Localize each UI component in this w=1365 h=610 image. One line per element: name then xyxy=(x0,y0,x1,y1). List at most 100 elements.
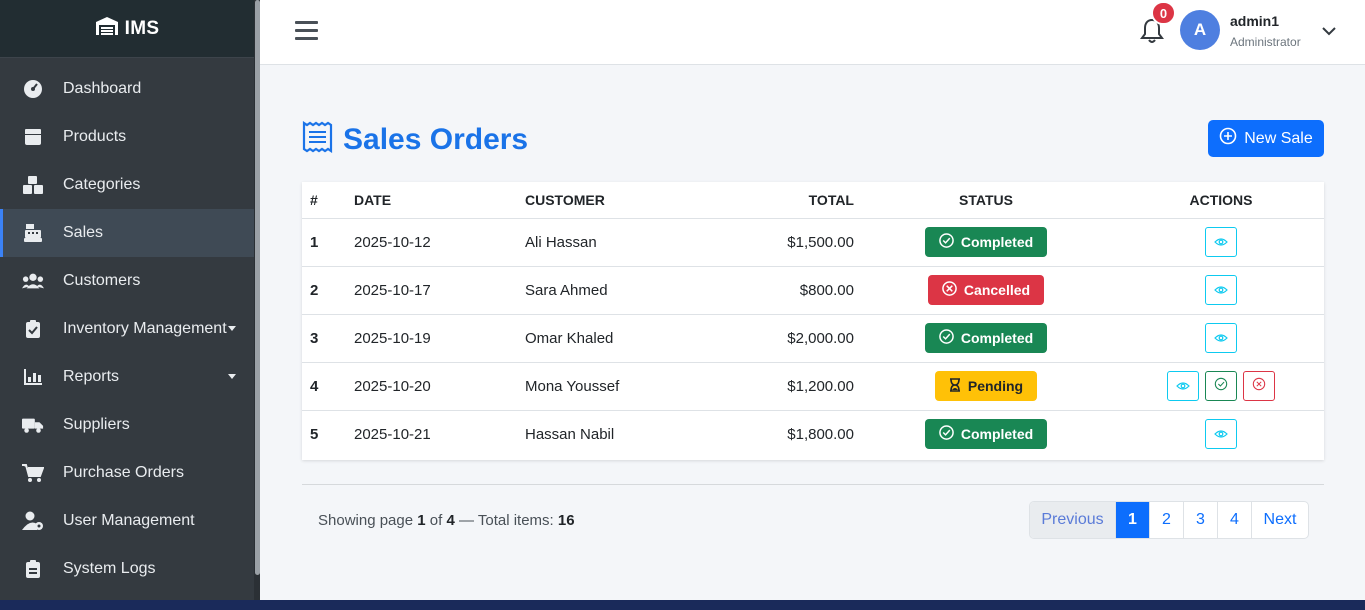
gauge-icon xyxy=(22,79,44,99)
cash-register-icon xyxy=(22,223,44,243)
cell-number: 5 xyxy=(310,425,319,443)
table-row: 4 2025-10-20 Mona Youssef $1,200.00 Pend… xyxy=(302,362,1324,411)
pagination-total-pages: 4 xyxy=(446,512,455,529)
sidebar-item-suppliers[interactable]: Suppliers xyxy=(0,401,254,449)
status-badge: Cancelled xyxy=(927,275,1045,305)
cart-icon xyxy=(22,463,44,483)
topbar: 0 A admin1 Administrator xyxy=(260,0,1365,65)
cell-customer: Sara Ahmed xyxy=(525,266,730,315)
check-circle-icon xyxy=(1214,377,1228,395)
cell-number: 3 xyxy=(302,314,354,363)
previous-page-button[interactable]: Previous xyxy=(1030,502,1115,538)
view-button[interactable] xyxy=(1166,371,1199,401)
sidebar-item-label: Customers xyxy=(63,272,141,289)
check-circle-icon xyxy=(939,425,954,443)
cell-number: 1 xyxy=(302,218,354,267)
avatar[interactable]: A xyxy=(1180,10,1220,50)
warehouse-icon xyxy=(95,16,119,41)
status-badge: Completed xyxy=(924,227,1048,257)
hourglass-icon xyxy=(949,377,961,395)
cell-date: 2025-10-21 xyxy=(354,425,431,443)
sidebar-item-inventory-management[interactable]: Inventory Management xyxy=(0,305,254,353)
sidebar-item-categories[interactable]: Categories xyxy=(0,161,254,209)
eye-icon xyxy=(1214,426,1228,443)
column-header-date: DATE xyxy=(354,182,525,219)
sidebar-item-label: Dashboard xyxy=(63,80,142,97)
sidebar-item-label: Reports xyxy=(63,368,120,385)
pagination-total-label: — Total items: xyxy=(458,512,554,529)
box-icon xyxy=(22,127,44,147)
table-row: 3 2025-10-19 Omar Khaled $2,000.00 Compl… xyxy=(302,314,1324,363)
menu-toggle-icon[interactable] xyxy=(295,21,318,41)
sidebar-scrollbar-thumb[interactable] xyxy=(255,0,260,575)
sidebar: IMS Dashboard Products Categories Sales … xyxy=(0,0,254,600)
taskbar-strip xyxy=(0,600,1365,610)
pagination-current: 1 xyxy=(417,512,426,529)
clipboard-check-icon xyxy=(22,319,44,339)
sidebar-item-customers[interactable]: Customers xyxy=(0,257,254,305)
x-circle-icon xyxy=(1252,377,1266,395)
pagination-info: Showing page 1 of 4 — Total items: 16 xyxy=(318,512,575,529)
next-page-button[interactable]: Next xyxy=(1251,502,1308,538)
new-sale-button[interactable]: New Sale xyxy=(1208,120,1324,157)
view-button[interactable] xyxy=(1205,419,1237,450)
cancel-button[interactable] xyxy=(1243,371,1276,401)
cell-customer: Mona Youssef xyxy=(525,362,730,411)
cell-total: $1,200.00 xyxy=(730,362,854,411)
view-button[interactable] xyxy=(1205,227,1237,257)
chart-icon xyxy=(22,367,44,387)
sidebar-item-user-management[interactable]: User Management xyxy=(0,497,254,545)
user-name[interactable]: admin1 xyxy=(1230,13,1279,29)
status-label: Cancelled xyxy=(963,282,1031,298)
brand[interactable]: IMS xyxy=(0,0,254,58)
chevron-down-icon xyxy=(228,326,236,331)
sidebar-nav: Dashboard Products Categories Sales Cust… xyxy=(0,65,254,593)
eye-icon xyxy=(1214,282,1228,299)
sidebar-item-label: Suppliers xyxy=(63,416,130,433)
eye-icon xyxy=(1214,234,1228,251)
pagination-of: of xyxy=(429,512,443,529)
status-label: Completed xyxy=(960,234,1034,250)
check-circle-icon xyxy=(939,233,954,251)
cell-total: $1,500.00 xyxy=(730,218,854,267)
cell-customer: Ali Hassan xyxy=(525,218,730,267)
sidebar-item-label: Categories xyxy=(63,176,141,193)
truck-icon xyxy=(22,415,44,435)
cell-date: 2025-10-20 xyxy=(354,362,525,411)
sidebar-item-label: Products xyxy=(63,128,127,145)
cell-number: 4 xyxy=(302,362,354,411)
sidebar-item-products[interactable]: Products xyxy=(0,113,254,161)
cell-date: 2025-10-17 xyxy=(354,266,525,315)
boxes-icon xyxy=(22,175,44,195)
sidebar-item-purchase-orders[interactable]: Purchase Orders xyxy=(0,449,254,497)
page-button-1[interactable]: 1 xyxy=(1115,502,1149,538)
cell-status: Cancelled xyxy=(854,266,1118,315)
sidebar-item-reports[interactable]: Reports xyxy=(0,353,254,401)
column-header-status: STATUS xyxy=(854,182,1118,219)
column-header-number: # xyxy=(302,182,354,219)
view-button[interactable] xyxy=(1205,323,1237,353)
table-row: 5 2025-10-21 Hassan Nabil $1,800.00 Comp… xyxy=(302,410,1324,458)
table-header-row: # DATE CUSTOMER TOTAL STATUS ACTIONS xyxy=(302,182,1324,219)
sidebar-item-dashboard[interactable]: Dashboard xyxy=(0,65,254,113)
cell-number: 2 xyxy=(302,266,354,315)
new-sale-label: New Sale xyxy=(1244,129,1313,147)
view-button[interactable] xyxy=(1205,275,1237,305)
page-button-3[interactable]: 3 xyxy=(1183,502,1217,538)
sidebar-item-system-logs[interactable]: System Logs xyxy=(0,545,254,593)
chevron-down-icon[interactable] xyxy=(1321,24,1337,42)
page-title: Sales Orders xyxy=(302,120,529,158)
cell-status: Completed xyxy=(854,314,1118,363)
sidebar-item-label: Purchase Orders xyxy=(63,464,184,481)
page-button-4[interactable]: 4 xyxy=(1217,502,1251,538)
page-title-text: Sales Orders xyxy=(343,122,529,156)
users-icon xyxy=(22,271,44,291)
sidebar-item-sales[interactable]: Sales xyxy=(0,209,254,257)
status-badge: Pending xyxy=(934,371,1038,401)
sidebar-item-label: System Logs xyxy=(63,560,156,577)
sidebar-item-label: Sales xyxy=(63,224,104,241)
complete-button[interactable] xyxy=(1205,371,1237,401)
eye-icon xyxy=(1214,330,1228,347)
page-button-2[interactable]: 2 xyxy=(1149,502,1183,538)
cell-status: Completed xyxy=(854,218,1118,267)
